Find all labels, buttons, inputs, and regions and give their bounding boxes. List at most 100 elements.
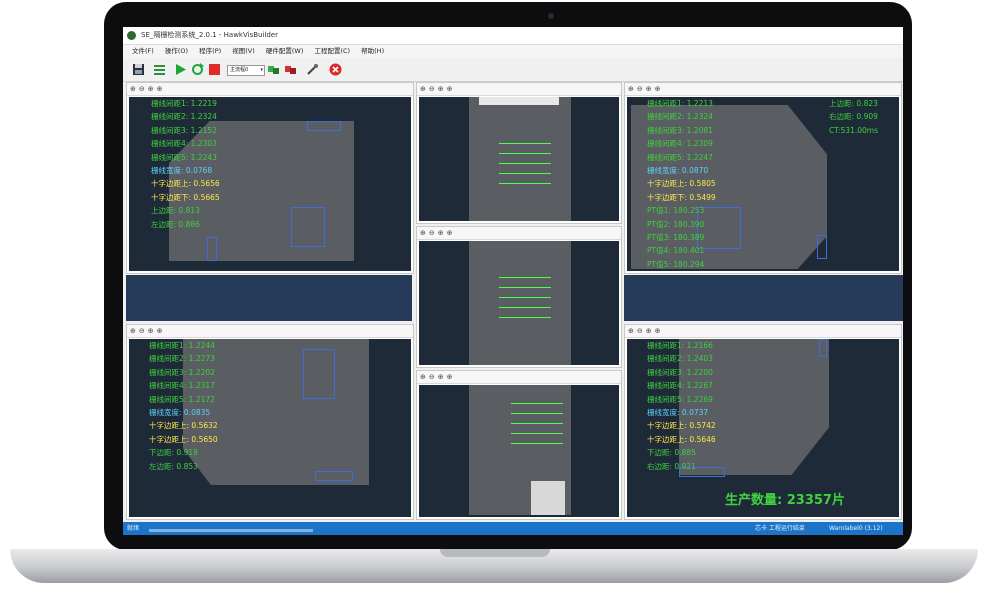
- zoom-fit-icon[interactable]: ⊕: [646, 327, 655, 335]
- measurement-row: 十字边距上: 0.5742: [647, 421, 716, 431]
- menu-help[interactable]: 帮助(H): [361, 45, 384, 58]
- zoom-in-icon[interactable]: ⊕: [130, 327, 139, 335]
- gap-band-right: [624, 275, 903, 321]
- zoom-fit-icon[interactable]: ⊕: [438, 229, 447, 237]
- zoom-fit-icon[interactable]: ⊕: [646, 85, 655, 93]
- detection-box: [303, 349, 335, 399]
- save-icon[interactable]: [132, 63, 145, 76]
- plugin-green-icon[interactable]: [267, 63, 280, 76]
- measurement-row: 栅线间距4: 1.2303: [151, 139, 217, 149]
- menu-program[interactable]: 程序(P): [199, 45, 221, 58]
- grid-line: [499, 287, 551, 288]
- measurement-row: 栅线间距2: 1.2273: [149, 354, 215, 364]
- camera-image: [419, 241, 619, 365]
- zoom-out-icon[interactable]: ⊖: [429, 373, 438, 381]
- camera-view-middle-center[interactable]: ⊕⊖⊕⊕: [416, 226, 622, 368]
- zoom-fit-icon[interactable]: ⊕: [148, 327, 157, 335]
- tools-icon[interactable]: [306, 63, 319, 76]
- wafer-image: [469, 241, 571, 365]
- zoom-out-icon[interactable]: ⊖: [429, 85, 438, 93]
- wafer-image: [469, 97, 571, 221]
- zoom-in-icon[interactable]: ⊕: [628, 327, 637, 335]
- measurement-row: 栅线宽度: 0.0737: [647, 407, 709, 417]
- measurement-row: 十字边距上: 0.5650: [149, 434, 218, 444]
- camera-view-top-right[interactable]: ⊕⊖⊕⊕ 栅线间距1: 1.2213 栅线间距2: 1.2324 栅线间距3: 1.…: [624, 82, 902, 274]
- zoom-out-icon[interactable]: ⊖: [139, 85, 148, 93]
- app-window: SE_隔栅检测系统_2.0.1 - HawkVisBuilder 文件(F) 操…: [123, 27, 903, 535]
- camera-image: 栅线间距1: 1.2219 栅线间距2: 1.2324 栅线间距3: 1.2152 栅…: [129, 97, 411, 271]
- measurement-row: 栅线间距1: 1.2244: [149, 341, 215, 350]
- measurement-row: 十字边距下: 0.5665: [151, 192, 220, 202]
- zoom-out-icon[interactable]: ⊖: [637, 327, 646, 335]
- zoom-in-icon[interactable]: ⊕: [420, 229, 429, 237]
- zoom-out-icon[interactable]: ⊖: [139, 327, 148, 335]
- measurement-row: 栅线间距3: 1.2200: [647, 367, 713, 377]
- zoom-fit-icon[interactable]: ⊕: [438, 373, 447, 381]
- zoom-controls: ⊕⊖⊕⊕: [417, 83, 621, 96]
- production-count: 生产数量: 23357片: [725, 493, 845, 508]
- zoom-reset-icon[interactable]: ⊕: [655, 85, 664, 93]
- grid-line: [499, 163, 551, 164]
- close-circle-icon[interactable]: [329, 63, 342, 76]
- measurement-list: 栅线间距1: 1.2166 栅线间距2: 1.2403 栅线间距3: 1.2200 栅…: [647, 339, 716, 473]
- camera-view-bottom-center[interactable]: ⊕⊖⊕⊕: [416, 370, 622, 520]
- measurement-row: 左边距: 0.853: [149, 461, 198, 471]
- camera-view-top-center[interactable]: ⊕⊖⊕⊕: [416, 82, 622, 224]
- zoom-in-icon[interactable]: ⊕: [420, 373, 429, 381]
- camera-image: 栅线间距1: 1.2244 栅线间距2: 1.2273 栅线间距3: 1.2202 栅…: [129, 339, 411, 517]
- camera-dot: [548, 13, 554, 19]
- menu-operate[interactable]: 操作(O): [165, 45, 188, 58]
- zoom-reset-icon[interactable]: ⊕: [157, 327, 166, 335]
- grid-line: [499, 173, 551, 174]
- measurement-list: 栅线间距1: 1.2244 栅线间距2: 1.2273 栅线间距3: 1.2202 栅…: [149, 339, 218, 473]
- status-text: 就绪: [127, 525, 140, 532]
- zoom-reset-icon[interactable]: ⊕: [447, 373, 456, 381]
- zoom-in-icon[interactable]: ⊕: [420, 85, 429, 93]
- camera-view-bottom-right[interactable]: ⊕⊖⊕⊕ 栅线间距1: 1.2166 栅线间距2: 1.2403 栅线间距3: 1.…: [624, 324, 902, 520]
- measurement-row: 栅线间距1: 1.2219: [151, 99, 217, 108]
- zoom-controls: ⊕⊖⊕⊕: [417, 227, 621, 240]
- measurement-row: 十字边距上: 0.5632: [149, 421, 218, 431]
- zoom-controls: ⊕⊖⊕⊕: [417, 371, 621, 384]
- measurement-row: 栅线间距5: 1.2269: [647, 394, 713, 404]
- play-icon[interactable]: [174, 63, 187, 76]
- laptop-notch: [440, 549, 550, 557]
- grid-line: [511, 433, 563, 434]
- measurement-row: 栅线间距1: 1.2213: [647, 99, 713, 108]
- zoom-in-icon[interactable]: ⊕: [130, 85, 139, 93]
- stop-icon[interactable]: [208, 63, 221, 76]
- zoom-out-icon[interactable]: ⊖: [637, 85, 646, 93]
- measurement-row: PT值5: 180.294: [647, 259, 705, 269]
- detection-box: [315, 471, 353, 481]
- list-icon[interactable]: [153, 63, 166, 76]
- grid-line: [499, 297, 551, 298]
- zoom-reset-icon[interactable]: ⊕: [157, 85, 166, 93]
- measurement-row: 栅线间距4: 1.2309: [647, 139, 713, 149]
- measurement-row: 栅线间距5: 1.2243: [151, 152, 217, 162]
- refresh-icon[interactable]: [191, 63, 204, 76]
- edge-highlight: [479, 97, 559, 105]
- zoom-fit-icon[interactable]: ⊕: [148, 85, 157, 93]
- menu-project[interactable]: 工程配置(C): [314, 45, 350, 58]
- zoom-out-icon[interactable]: ⊖: [429, 229, 438, 237]
- zoom-reset-icon[interactable]: ⊕: [447, 229, 456, 237]
- measurement-row: 十字边距上: 0.5656: [151, 179, 220, 189]
- zoom-fit-icon[interactable]: ⊕: [438, 85, 447, 93]
- zoom-reset-icon[interactable]: ⊕: [447, 85, 456, 93]
- menu-view[interactable]: 视图(V): [232, 45, 255, 58]
- measurement-row: 栅线间距3: 1.2202: [149, 367, 215, 377]
- camera-image: 栅线间距1: 1.2166 栅线间距2: 1.2403 栅线间距3: 1.2200 栅…: [627, 339, 899, 517]
- zoom-reset-icon[interactable]: ⊕: [655, 327, 664, 335]
- measurement-row: 下边距: 0.919: [149, 448, 198, 458]
- menu-hardware[interactable]: 硬件配置(W): [266, 45, 304, 58]
- camera-view-top-left[interactable]: ⊕⊖⊕⊕ 栅线间距1: 1.2219 栅线间距2: 1.2324 栅线间距3: 1.…: [126, 82, 414, 274]
- zoom-controls: ⊕⊖⊕⊕: [625, 325, 901, 338]
- side-measurement-list: 上边距: 0.823 右边距: 0.909 CT:531.00ms: [829, 97, 878, 137]
- camera-view-bottom-left[interactable]: ⊕⊖⊕⊕ 栅线间距1: 1.2244 栅线间距2: 1.2273 栅线间距3: 1.…: [126, 324, 414, 520]
- flow-select[interactable]: 主流程0 ▾: [227, 65, 265, 76]
- zoom-in-icon[interactable]: ⊕: [628, 85, 637, 93]
- plugin-red-icon[interactable]: [284, 63, 297, 76]
- measurement-row: PT值1: 180.253: [647, 206, 705, 216]
- grid-line: [499, 317, 551, 318]
- menu-file[interactable]: 文件(F): [132, 45, 154, 58]
